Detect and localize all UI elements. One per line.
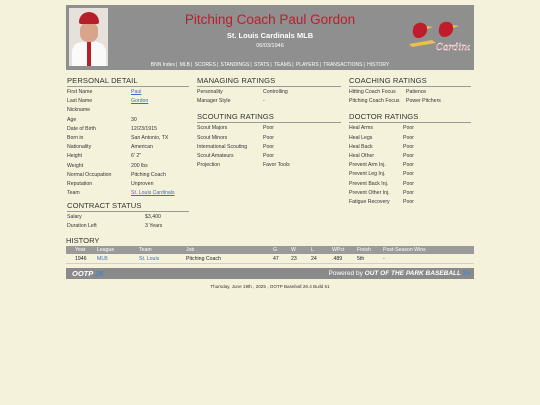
nav-history[interactable]: HISTORY xyxy=(367,62,389,68)
col-g: G xyxy=(273,247,278,253)
history-title: HISTORY xyxy=(66,236,100,245)
top-nav: BNN Index| MLB| SCORES| STANDINGS| STATS… xyxy=(150,62,390,68)
doctor-row: Heal Legs Poor xyxy=(349,134,414,141)
footer-bar: OOTP 26 Powered by OUT OF THE PARK BASEB… xyxy=(66,268,474,279)
history-team-link[interactable]: St. Louis xyxy=(139,255,159,264)
personal-row: Nickname xyxy=(67,107,91,114)
coaching-row: Hitting Coach Focus Patience xyxy=(349,89,427,95)
doctor-row: Prevent Other Inj. Poor xyxy=(349,189,414,196)
table-row: 1946 MLB St. Louis Pitching Coach 47 23 … xyxy=(66,255,474,264)
doctor-row: Prevent Leg Inj. Poor xyxy=(349,171,414,178)
doctor-row: Heal Back Poor xyxy=(349,143,414,150)
col-postseason: Post-Season Wins xyxy=(383,247,426,253)
col-year: Year xyxy=(75,247,86,253)
page-header-wrap: Pitching Coach Paul Gordon St. Louis Car… xyxy=(66,5,474,70)
personal-detail-section: PERSONAL DETAIL First Name Paul Last Name… xyxy=(67,76,189,232)
managing-ratings-title: MANAGING RATINGS xyxy=(197,76,341,87)
col-wpct: WPct xyxy=(332,247,345,253)
history-league-link[interactable]: MLB xyxy=(97,255,108,264)
personal-row: Weight 200 lbs xyxy=(67,162,148,169)
scouting-row: Scout Majors Poor xyxy=(197,125,274,132)
coaching-row: Pitching Coach Focus Power Pitchers xyxy=(349,98,441,105)
nav-bnn-index[interactable]: BNN Index xyxy=(151,62,175,68)
nav-scores[interactable]: SCORES xyxy=(195,62,216,68)
personal-detail-title: PERSONAL DETAIL xyxy=(67,76,189,87)
cardinals-logo-icon: Cardinals xyxy=(409,21,470,53)
ootp-logo: OOTP 26 xyxy=(72,269,104,278)
nav-players[interactable]: PLAYERS xyxy=(296,62,319,68)
doctor-ratings-title: DOCTOR RATINGS xyxy=(349,112,471,124)
first-name-link[interactable]: Paul xyxy=(131,88,141,97)
contract-row: Salary $3,400 xyxy=(67,214,161,221)
col-finish: Finish xyxy=(357,247,371,253)
personal-row: Reputation Unproven xyxy=(67,180,154,187)
col-league: League xyxy=(97,247,115,253)
personal-row: Team St. Louis Cardinals xyxy=(67,189,189,198)
col-w: W xyxy=(291,247,296,253)
personal-row: Age 30 xyxy=(67,116,137,123)
scouting-row: International Scouting Poor xyxy=(197,143,274,150)
personal-row: Last Name Gordon xyxy=(67,97,189,106)
personal-row: Normal Occupation Pitching Coach xyxy=(67,171,166,178)
nav-mlb[interactable]: MLB xyxy=(180,62,190,68)
svg-text:Cardinals: Cardinals xyxy=(436,43,470,53)
doctor-row: Fatigue Recovery Poor xyxy=(349,198,414,205)
personal-row: Height 6' 2" xyxy=(67,153,142,160)
doctor-row: Prevent Arm Inj. Poor xyxy=(349,162,414,169)
scouting-row: Projection Favor Tools xyxy=(197,162,290,169)
nav-stats[interactable]: STATS xyxy=(254,62,269,68)
col-l: L xyxy=(311,247,314,253)
generated-timestamp: Thursday, June 19th , 2025 , OOTP Baseba… xyxy=(210,284,330,289)
managing-row: Manager Style - xyxy=(197,98,265,105)
personal-row: Date of Birth 12/23/1915 xyxy=(67,125,157,132)
personal-row: Nationality American xyxy=(67,144,153,151)
nav-standings[interactable]: STANDINGS xyxy=(221,62,250,68)
doctor-row: Prevent Back Inj. Poor xyxy=(349,180,414,187)
managing-scouting-section: MANAGING RATINGS Personality Controlling … xyxy=(197,76,341,170)
personal-detail-list: First Name Paul Last Name Gordon Nickname … xyxy=(67,88,189,198)
managing-row: Personality Controlling xyxy=(197,89,288,95)
personal-row: First Name Paul xyxy=(67,88,189,97)
history-table-header: Year League Team Job G W L WPct Finish P… xyxy=(66,246,474,254)
doctor-row: Heal Arms Poor xyxy=(349,125,414,132)
scouting-row: Scout Amateurs Poor xyxy=(197,152,274,159)
header-banner: Pitching Coach Paul Gordon St. Louis Car… xyxy=(66,5,474,70)
nav-teams[interactable]: TEAMS xyxy=(274,62,291,68)
powered-by: Powered by OUT OF THE PARK BASEBALL 26 xyxy=(328,269,470,277)
team-link[interactable]: St. Louis Cardinals xyxy=(131,189,175,198)
personal-row: Born in San Antonio, TX xyxy=(67,134,169,141)
nav-transactions[interactable]: TRANSACTIONS xyxy=(323,62,362,68)
coaching-ratings-title: COACHING RATINGS xyxy=(349,76,471,87)
scouting-ratings-title: SCOUTING RATINGS xyxy=(197,112,341,124)
doctor-row: Heal Other Poor xyxy=(349,152,414,159)
scouting-row: Scout Minors Poor xyxy=(197,134,274,141)
col-team: Team xyxy=(139,247,152,253)
contract-status-title: CONTRACT STATUS xyxy=(67,201,189,213)
coaching-doctor-section: COACHING RATINGS Hitting Coach Focus Pati… xyxy=(349,76,471,207)
last-name-link[interactable]: Gordon xyxy=(131,97,148,106)
contract-row: Duration Left 3 Years xyxy=(67,223,163,230)
col-job: Job xyxy=(186,247,195,253)
